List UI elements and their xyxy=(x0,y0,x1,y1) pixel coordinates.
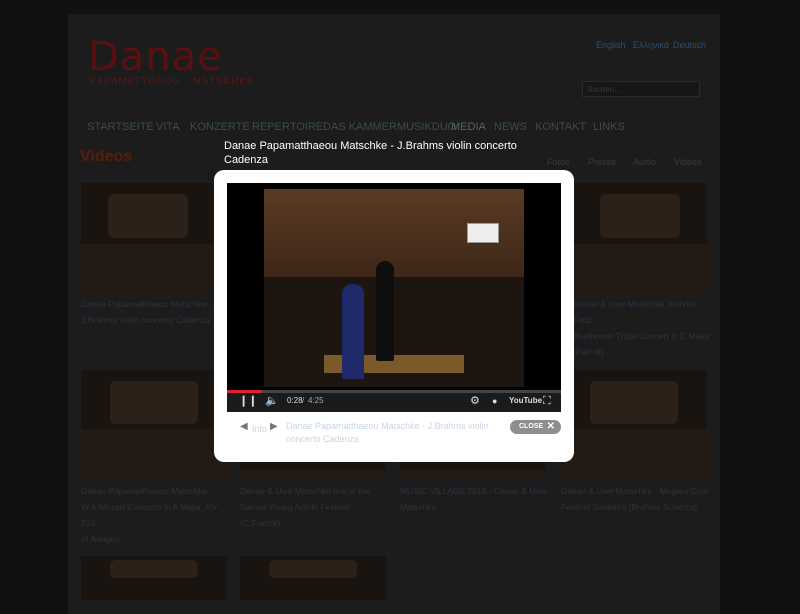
youtube-logo[interactable]: YouTube xyxy=(509,396,542,405)
settings-icon[interactable]: ⚙ xyxy=(470,395,480,407)
video-player[interactable]: ❙❙ 🔈 0:28 / 4:25 ⚙ ● YouTube ⛶ xyxy=(227,183,561,412)
modal-caption: Danae Papamatthaeou Matschke - J.Brahms … xyxy=(286,421,489,444)
video-frame[interactable] xyxy=(264,189,524,387)
channel-logo xyxy=(467,223,499,243)
close-icon: ✕ xyxy=(546,421,555,432)
progress-fill xyxy=(227,390,263,393)
player-controls: ❙❙ 🔈 0:28 / 4:25 ⚙ ● YouTube ⛶ xyxy=(227,390,561,412)
modal-info-label: Info xyxy=(252,424,268,434)
progress-bar[interactable] xyxy=(227,390,561,393)
pause-icon[interactable]: ❙❙ xyxy=(239,395,257,407)
info-icon[interactable]: ● xyxy=(492,395,497,407)
next-arrow-icon[interactable]: ▶ xyxy=(270,421,278,432)
volume-icon[interactable]: 🔈 xyxy=(265,395,279,407)
close-button[interactable]: CLOSE ✕ xyxy=(510,420,561,434)
time-separator: / xyxy=(302,396,305,405)
current-time: 0:28 xyxy=(287,396,303,405)
duration: 4:25 xyxy=(308,396,324,405)
modal-title: Danae Papamatthaeou Matschke - J.Brahms … xyxy=(224,140,517,166)
prev-arrow-icon[interactable]: ◀ xyxy=(240,421,248,432)
fullscreen-icon[interactable]: ⛶ xyxy=(543,395,551,407)
